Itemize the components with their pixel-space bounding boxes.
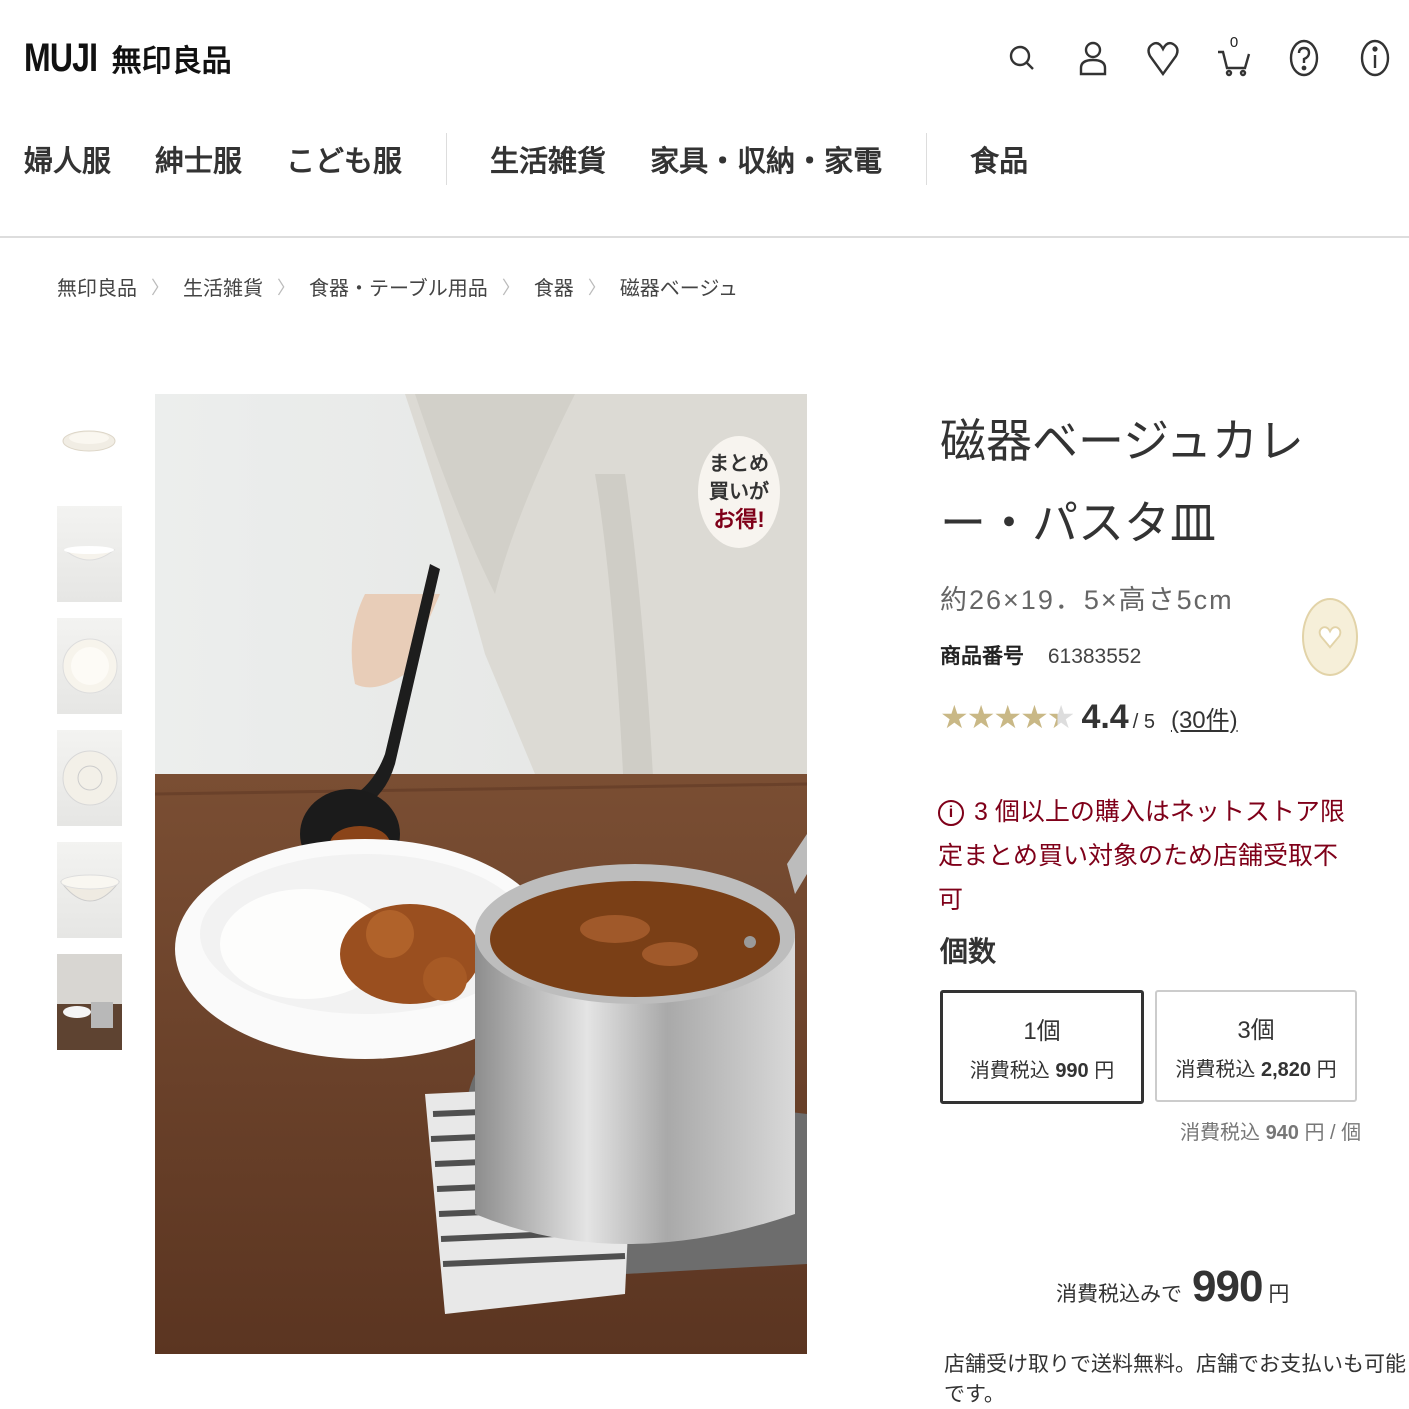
product-thumbnail[interactable] — [57, 842, 122, 938]
breadcrumb-current: 磁器ベージュ — [619, 278, 739, 300]
product-thumbnail[interactable] — [57, 730, 122, 826]
product-rating: ★★★★★ 4.4 / 5 (30件) — [940, 698, 1238, 737]
add-favorite-button[interactable] — [1302, 598, 1358, 676]
nav-furniture[interactable]: 家具・収納・家電 — [650, 138, 882, 180]
quantity-label: 個数 — [940, 936, 997, 967]
main-product-image[interactable] — [155, 394, 807, 1354]
nav-food[interactable]: 食品 — [970, 138, 1028, 180]
total-price: 消費税込みで 990 円 — [1056, 1262, 1289, 1312]
quantity-option-1[interactable]: 1個 消費税込 990 円 — [940, 990, 1144, 1104]
total-currency: 円 — [1268, 1283, 1290, 1306]
product-thumbnail[interactable] — [57, 618, 122, 714]
breadcrumb: 無印良品 〉 生活雑貨 〉 食器・テーブル用品 〉 食器 〉 磁器ベージュ — [57, 272, 738, 301]
cart-count: 0 — [1229, 34, 1239, 51]
logo-text-en: MUJI — [24, 36, 98, 80]
search-icon[interactable] — [1000, 36, 1044, 80]
pickup-notice: i3 個以上の購入はネットストア限定まとめ買い対象のため店舗受取不可 — [938, 790, 1358, 922]
category-nav: 婦人服 紳士服 こども服 生活雑貨 家具・収納・家電 食品 — [24, 133, 1028, 185]
rating-score: 4.4 — [1081, 698, 1129, 736]
chevron-right-icon: 〉 — [587, 277, 606, 298]
product-size: 約26×19．5×高さ5cm — [940, 585, 1234, 615]
chevron-right-icon: 〉 — [277, 277, 295, 298]
rating-stars-icon: ★★★★★ — [940, 699, 1075, 735]
nav-divider — [926, 133, 928, 185]
review-count-link[interactable]: (30件) — [1171, 700, 1238, 735]
badge-line: お得! — [713, 507, 765, 532]
header-divider — [0, 236, 1409, 238]
total-label: 消費税込みで — [1056, 1283, 1182, 1306]
muji-logo[interactable]: MUJI 無印良品 — [24, 36, 232, 81]
product-thumbnail[interactable] — [57, 394, 122, 490]
cart-icon[interactable]: 0 — [1212, 34, 1256, 80]
badge-line: 買いが — [709, 481, 769, 503]
breadcrumb-item[interactable]: 無印良品 — [57, 272, 137, 301]
product-number: 商品番号 61383552 — [940, 640, 1141, 670]
product-number-label: 商品番号 — [940, 645, 1024, 668]
product-number-value: 61383552 — [1047, 645, 1142, 668]
nav-mens[interactable]: 紳士服 — [155, 138, 242, 180]
account-icon[interactable] — [1071, 36, 1115, 80]
favorite-icon[interactable] — [1141, 36, 1185, 80]
chevron-right-icon: 〉 — [151, 277, 169, 298]
nav-divider — [446, 133, 448, 185]
breadcrumb-item[interactable]: 食器・テーブル用品 — [309, 272, 488, 301]
info-icon: i — [938, 800, 964, 827]
logo-text-jp: 無印良品 — [111, 45, 232, 78]
pickup-notice-text: 3 個以上の購入はネットストア限定まとめ買い対象のため店舗受取不可 — [938, 798, 1345, 914]
help-icon[interactable] — [1282, 36, 1326, 80]
total-amount: 990 — [1192, 1262, 1263, 1311]
option-qty: 1個 — [1023, 1018, 1061, 1045]
product-thumbnail-selected[interactable] — [57, 954, 122, 1050]
heart-icon — [1318, 626, 1342, 649]
breadcrumb-item[interactable]: 食器 — [534, 272, 574, 301]
nav-kids[interactable]: こども服 — [286, 138, 402, 180]
option-price: 消費税込 2,820 円 — [1175, 1059, 1337, 1081]
option-qty: 3個 — [1237, 1017, 1275, 1044]
badge-line: まとめ — [709, 453, 769, 475]
product-thumbnail[interactable] — [57, 506, 122, 602]
quantity-option-3[interactable]: 3個 消費税込 2,820 円 — [1155, 990, 1357, 1102]
nav-womens[interactable]: 婦人服 — [24, 138, 111, 180]
product-title: 磁器ベージュカレー・パスタ皿 — [940, 415, 1304, 549]
store-pickup-note: 店舗受け取りで送料無料。店舗でお支払いも可能です。 — [944, 1353, 1406, 1406]
breadcrumb-item[interactable]: 生活雑貨 — [183, 272, 263, 301]
chevron-right-icon: 〉 — [501, 277, 520, 298]
nav-household[interactable]: 生活雑貨 — [490, 138, 606, 180]
option-price: 消費税込 990 円 — [969, 1060, 1115, 1082]
bulk-discount-badge: まとめ 買いが お得! — [698, 436, 780, 548]
rating-max: / 5 — [1132, 711, 1155, 733]
per-unit-price: 消費税込 940 円 / 個 — [1180, 1122, 1362, 1144]
info-icon[interactable] — [1353, 36, 1397, 80]
